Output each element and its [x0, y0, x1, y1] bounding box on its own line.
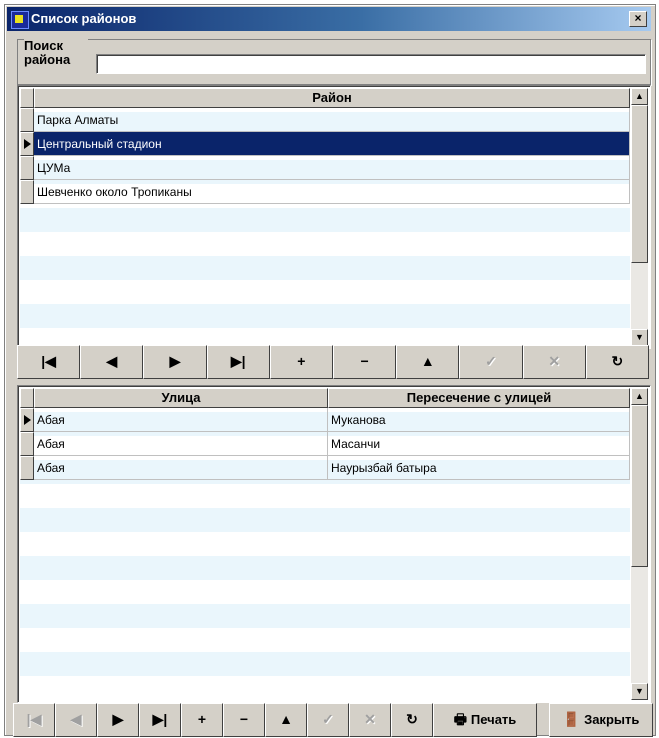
- table-row[interactable]: Абая Наурызбай батыра: [20, 456, 630, 480]
- nav-button-first-record[interactable]: |◀: [13, 703, 55, 737]
- districts-grid-body: Район Парка Алматы Центральный стадион ЦУМ…: [20, 88, 630, 346]
- row-indicator[interactable]: [20, 180, 34, 204]
- nav-button-prior-record[interactable]: ◀: [55, 703, 97, 737]
- row-indicator[interactable]: [20, 432, 34, 456]
- indicator-header: [20, 388, 34, 408]
- delete-icon: −: [360, 353, 369, 369]
- column-header-street[interactable]: Улица: [34, 388, 328, 408]
- edit-icon: ▲: [279, 711, 293, 727]
- districts-grid[interactable]: Район Парка Алматы Центральный стадион ЦУМ…: [17, 85, 651, 349]
- insert-icon: +: [297, 353, 306, 369]
- district-cell[interactable]: Шевченко около Тропиканы: [34, 180, 630, 204]
- districts-scrollbar[interactable]: ▲ ▼: [631, 88, 648, 346]
- refresh-icon: ↻: [611, 353, 624, 369]
- street-cell[interactable]: Абая: [34, 408, 328, 432]
- district-cell[interactable]: Парка Алматы: [34, 108, 630, 132]
- cancel-icon: ✕: [364, 711, 376, 727]
- nav-button-prior-record[interactable]: ◀: [80, 345, 144, 379]
- intersection-cell[interactable]: Масанчи: [328, 432, 630, 456]
- street-cell[interactable]: Абая: [34, 456, 328, 480]
- row-indicator[interactable]: [20, 156, 34, 180]
- table-row[interactable]: Центральный стадион: [20, 132, 630, 156]
- column-header-intersection[interactable]: Пересечение с улицей: [328, 388, 630, 408]
- districts-navigator: |◀ ◀ ▶ ▶| + − ▲ ✓ ✕ ↻: [17, 345, 649, 379]
- streets-scrollbar[interactable]: ▲ ▼: [631, 388, 648, 700]
- intersection-cell[interactable]: Наурызбай батыра: [328, 456, 630, 480]
- nav-button-post[interactable]: ✓: [459, 345, 523, 379]
- nav-button-next-record[interactable]: ▶: [97, 703, 139, 737]
- nav-button-insert[interactable]: +: [181, 703, 223, 737]
- streets-navigator: |◀ ◀ ▶ ▶| + − ▲ ✓ ✕ ↻ 🖶 Печать 🚪 Закрыть: [13, 703, 653, 737]
- district-list-window: Список районов × Поиск района Район Парк…: [4, 4, 656, 737]
- last-record-icon: ▶|: [152, 711, 168, 727]
- post-icon: ✓: [322, 711, 334, 727]
- district-cell[interactable]: ЦУМа: [34, 156, 630, 180]
- row-indicator[interactable]: [20, 132, 34, 156]
- scroll-thumb[interactable]: [631, 105, 648, 263]
- table-row[interactable]: Шевченко около Тропиканы: [20, 180, 630, 204]
- exit-door-icon: 🚪: [562, 711, 581, 727]
- nav-button-cancel[interactable]: ✕: [349, 703, 391, 737]
- intersection-cell[interactable]: Муканова: [328, 408, 630, 432]
- scroll-down-icon[interactable]: ▼: [631, 683, 648, 700]
- table-row[interactable]: ЦУМа: [20, 156, 630, 180]
- title-bar[interactable]: Список районов ×: [7, 7, 651, 31]
- nav-button-last-record[interactable]: ▶|: [206, 345, 270, 379]
- column-header-district[interactable]: Район: [34, 88, 630, 108]
- nav-button-refresh[interactable]: ↻: [391, 703, 433, 737]
- table-row[interactable]: Парка Алматы: [20, 108, 630, 132]
- insert-icon: +: [197, 711, 207, 727]
- search-group: Поиск района: [17, 39, 651, 85]
- scroll-up-icon[interactable]: ▲: [631, 88, 648, 105]
- search-input[interactable]: [96, 54, 646, 74]
- row-indicator[interactable]: [20, 108, 34, 132]
- close-button-label: Закрыть: [584, 712, 640, 727]
- print-button-label: Печать: [470, 712, 517, 727]
- delete-icon: −: [239, 711, 249, 727]
- nav-button-next-record[interactable]: ▶: [143, 345, 207, 379]
- first-record-icon: |◀: [41, 353, 56, 369]
- nav-button-edit[interactable]: ▲: [396, 345, 460, 379]
- app-icon: [11, 11, 29, 29]
- table-row[interactable]: Абая Муканова: [20, 408, 630, 432]
- streets-grid[interactable]: Улица Пересечение с улицей Абая Муканова А…: [17, 385, 651, 703]
- table-row[interactable]: Абая Масанчи: [20, 432, 630, 456]
- printer-icon: 🖶: [453, 711, 467, 727]
- nav-button-insert[interactable]: +: [269, 345, 333, 379]
- refresh-icon: ↻: [406, 711, 418, 727]
- next-record-icon: ▶: [112, 711, 124, 727]
- first-record-icon: |◀: [26, 711, 42, 727]
- nav-button-post[interactable]: ✓: [307, 703, 349, 737]
- district-cell[interactable]: Центральный стадион: [34, 132, 630, 156]
- nav-button-first-record[interactable]: |◀: [17, 345, 81, 379]
- nav-button-edit[interactable]: ▲: [265, 703, 307, 737]
- next-record-icon: ▶: [169, 353, 181, 369]
- cancel-icon: ✕: [548, 353, 561, 369]
- last-record-icon: ▶|: [230, 353, 246, 369]
- close-button[interactable]: 🚪 Закрыть: [549, 703, 653, 737]
- post-icon: ✓: [485, 353, 497, 369]
- streets-grid-body: Улица Пересечение с улицей Абая Муканова А…: [20, 388, 630, 700]
- scroll-up-icon[interactable]: ▲: [631, 388, 648, 405]
- street-cell[interactable]: Абая: [34, 432, 328, 456]
- row-indicator[interactable]: [20, 456, 34, 480]
- edit-icon: ▲: [420, 353, 435, 369]
- prior-record-icon: ◀: [106, 353, 118, 369]
- indicator-header: [20, 88, 34, 108]
- scroll-thumb[interactable]: [631, 405, 648, 567]
- nav-button-refresh[interactable]: ↻: [585, 345, 649, 379]
- scroll-down-icon[interactable]: ▼: [631, 329, 648, 346]
- window-title: Список районов: [31, 11, 137, 26]
- close-window-button[interactable]: ×: [629, 11, 647, 27]
- nav-button-delete[interactable]: −: [333, 345, 397, 379]
- print-button[interactable]: 🖶 Печать: [433, 703, 537, 737]
- row-indicator[interactable]: [20, 408, 34, 432]
- nav-button-cancel[interactable]: ✕: [522, 345, 586, 379]
- nav-button-delete[interactable]: −: [223, 703, 265, 737]
- prior-record-icon: ◀: [70, 711, 82, 727]
- nav-button-last-record[interactable]: ▶|: [139, 703, 181, 737]
- search-label: Поиск района: [24, 39, 88, 67]
